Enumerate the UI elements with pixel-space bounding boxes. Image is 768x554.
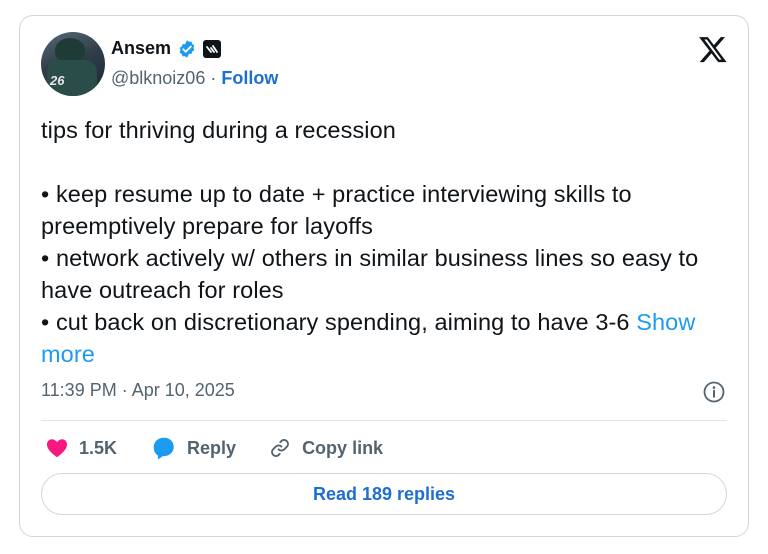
link-icon [271, 439, 289, 457]
like-button[interactable]: 1.5K [45, 436, 117, 460]
tweet-card[interactable]: 26 Ansem @blknoiz06 · Follow tips for th… [19, 15, 749, 537]
tweet-timestamp[interactable]: 11:39 PM · Apr 10, 2025 [41, 380, 235, 401]
verified-badge-icon[interactable] [177, 39, 197, 59]
tweet-text: tips for thriving during a recession • k… [41, 114, 721, 370]
read-replies-label: Read 189 replies [312, 483, 456, 504]
reply-button[interactable]: Reply [151, 435, 236, 461]
like-count: 1.5K [79, 437, 118, 458]
copy-link-label: Copy link [302, 437, 384, 458]
heart-icon [46, 439, 68, 458]
avatar-jersey-number: 26 [50, 73, 65, 88]
affiliate-badge-icon[interactable] [203, 39, 222, 58]
action-bar: 1.5K Reply Copy link [41, 434, 383, 462]
read-replies-button[interactable]: Read 189 replies [41, 473, 727, 515]
reply-bubble-icon [153, 437, 174, 460]
handle-separator: · [205, 68, 222, 88]
avatar-helmet [55, 38, 85, 62]
info-icon[interactable] [702, 380, 726, 404]
tweet-text-content: tips for thriving during a recession • k… [41, 117, 699, 335]
avatar[interactable]: 26 [41, 32, 105, 96]
x-logo-icon[interactable] [698, 34, 728, 64]
copy-link-button[interactable]: Copy link [268, 436, 383, 460]
divider [41, 420, 727, 421]
follow-button[interactable]: Follow [221, 68, 278, 88]
author-name[interactable]: Ansem [111, 38, 171, 59]
author-handle[interactable]: @blknoiz06 [111, 68, 205, 88]
reply-label: Reply [187, 437, 237, 458]
author-name-row: Ansem [111, 38, 222, 59]
handle-row: @blknoiz06 · Follow [111, 68, 278, 89]
